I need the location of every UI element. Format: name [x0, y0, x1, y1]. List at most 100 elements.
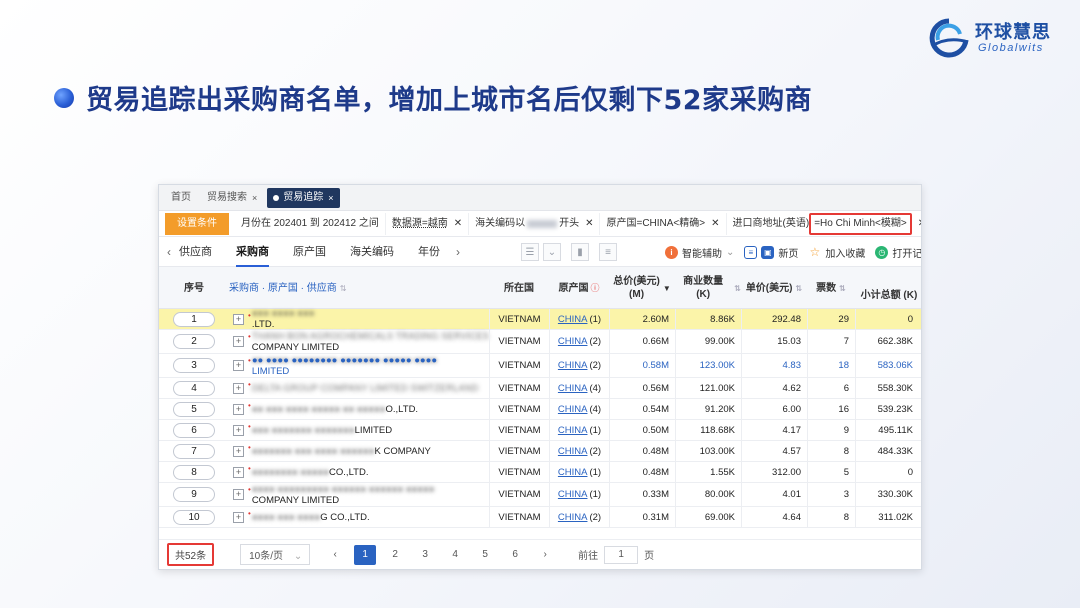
- filter-chip-source[interactable]: 数据源=越南 ✕: [386, 212, 470, 235]
- table-row[interactable]: 9 + • ●●●● ●●●●●●●●● ●●●●●● ●●●●●● ●●●●● COM…: [159, 483, 921, 507]
- buyer-name[interactable]: ●●●●●●● ●●● ●●●● ●●●●●●K COMPANY: [252, 446, 431, 457]
- subtab-buyers[interactable]: 采购商: [236, 237, 269, 267]
- buyer-name[interactable]: ●●●●●●●● ●●●●●CO.,LTD.: [252, 467, 369, 478]
- row-index-badge[interactable]: 9: [173, 487, 215, 502]
- origin-link[interactable]: CHINA: [558, 489, 588, 500]
- buyer-name[interactable]: ●●●● ●●● ●●●●G CO.,LTD.: [252, 512, 370, 523]
- filter-chip-month[interactable]: 月份在 202401 到 202412 之间: [235, 212, 386, 235]
- new-page-button[interactable]: ≡ ▣ 新页: [744, 245, 798, 260]
- open-records-button[interactable]: ◷打开记录: [875, 245, 921, 260]
- expand-icon[interactable]: +: [233, 466, 244, 478]
- origin-link[interactable]: CHINA: [558, 360, 588, 371]
- settings-icon[interactable]: ☰: [521, 243, 539, 261]
- close-icon[interactable]: ×: [328, 188, 333, 208]
- origin-link[interactable]: CHINA: [558, 314, 588, 325]
- filter-chip-hscode[interactable]: 海关编码以 开头 ✕: [469, 212, 601, 235]
- set-conditions-button[interactable]: 设置条件: [165, 212, 229, 235]
- buyer-name[interactable]: ●●●● ●●●●●●●●● ●●●●●● ●●●●●● ●●●●● COMPAN…: [252, 484, 435, 506]
- bar-chart-icon[interactable]: ▮: [571, 243, 589, 261]
- table-row[interactable]: 2 + • THANH BON AGROCHEMICALS TRADING SERVI…: [159, 330, 921, 354]
- smart-assist-button[interactable]: i 智能辅助 ⌄: [665, 245, 734, 260]
- table-row[interactable]: 3 + • ●● ●●●● ●●●●●●●● ●●●●●●● ●●●●● ●●●● LI…: [159, 354, 921, 378]
- buyer-name[interactable]: ●● ●●●● ●●●●●●●● ●●●●●●● ●●●●● ●●●● LIMIT…: [252, 355, 437, 377]
- buyer-name[interactable]: THANH BON AGROCHEMICALS TRADING SERVICES…: [252, 331, 489, 353]
- expand-icon[interactable]: +: [233, 511, 244, 523]
- table-row[interactable]: 5 + • ●● ●●● ●●●● ●●●●● ●● ●●●●●O.,LTD. VIET…: [159, 399, 921, 420]
- expand-icon[interactable]: +: [233, 424, 244, 436]
- page-size-select[interactable]: 10条/页 ⌄: [240, 544, 311, 565]
- filter-chip-origin[interactable]: 原产国=CHINA<精确> ✕: [600, 212, 727, 235]
- col-count[interactable]: 票数 ⇅: [807, 267, 855, 309]
- expand-icon[interactable]: +: [233, 489, 244, 500]
- table-row[interactable]: 6 + • ●●● ●●●●●●● ●●●●●●●LIMITED VIETNAM CHIN…: [159, 420, 921, 441]
- close-icon[interactable]: ✕: [711, 213, 719, 235]
- page-number-button[interactable]: 5: [474, 545, 496, 565]
- row-index-badge[interactable]: 5: [173, 401, 215, 417]
- sort-icon[interactable]: ⇅: [340, 282, 347, 295]
- row-index-badge[interactable]: 10: [173, 509, 215, 525]
- chevron-left-icon[interactable]: ‹: [167, 245, 171, 259]
- origin-link[interactable]: CHINA: [558, 467, 588, 478]
- tab-home[interactable]: 首页: [165, 188, 197, 208]
- expand-icon[interactable]: +: [233, 382, 244, 394]
- subtab-origin[interactable]: 原产国: [293, 237, 326, 267]
- origin-link[interactable]: CHINA: [558, 425, 588, 436]
- subtab-year[interactable]: 年份: [418, 237, 440, 267]
- origin-link[interactable]: CHINA: [558, 446, 588, 457]
- row-index-badge[interactable]: 3: [173, 358, 215, 373]
- favorite-button[interactable]: ☆ 加入收藏: [808, 245, 866, 260]
- row-index-badge[interactable]: 1: [173, 311, 215, 327]
- sort-icon[interactable]: ⇅: [839, 282, 846, 295]
- origin-link[interactable]: CHINA: [558, 404, 588, 415]
- goto-page-input[interactable]: 1: [604, 545, 639, 564]
- tab-trade-search[interactable]: 贸易搜索 ×: [201, 188, 263, 208]
- row-index-badge[interactable]: 7: [173, 443, 215, 459]
- buyer-name[interactable]: ●●● ●●●●●●● ●●●●●●●LIMITED: [252, 425, 392, 436]
- table-row[interactable]: 7 + • ●●●●●●● ●●● ●●●● ●●●●●●K COMPANY VIETN…: [159, 441, 921, 462]
- buyer-name[interactable]: ●● ●●● ●●●● ●●●●● ●● ●●●●●O.,LTD.: [252, 404, 418, 415]
- database-icon[interactable]: ≡: [599, 243, 617, 261]
- col-qty[interactable]: 商业数量 (K) ⇅: [675, 267, 741, 309]
- subtab-hscode[interactable]: 海关编码: [350, 237, 394, 267]
- next-page-button[interactable]: ›: [534, 545, 556, 565]
- info-icon[interactable]: ⓘ: [590, 282, 599, 295]
- page-number-button[interactable]: 4: [444, 545, 466, 565]
- col-name[interactable]: 采购商 · 原产国 · 供应商 ⇅: [229, 267, 489, 309]
- col-total-value[interactable]: 总价(美元) (M) ▼: [609, 267, 675, 309]
- buyer-name[interactable]: DELTA GROUP COMPANY LIMITED SWITZERLAND: [252, 383, 479, 394]
- col-unit-price[interactable]: 单价(美元) ⇅: [741, 267, 807, 309]
- page-number-button[interactable]: 1: [354, 544, 377, 565]
- row-index-badge[interactable]: 4: [173, 380, 215, 396]
- chevron-right-icon[interactable]: ›: [456, 245, 460, 259]
- close-icon[interactable]: ✕: [585, 213, 593, 235]
- page-number-button[interactable]: 3: [414, 545, 436, 565]
- origin-link[interactable]: CHINA: [558, 512, 588, 523]
- row-index-badge[interactable]: 2: [173, 334, 215, 349]
- tab-trade-tracking[interactable]: 贸易追踪 ×: [267, 187, 340, 208]
- close-icon[interactable]: ✕: [454, 213, 462, 235]
- expand-icon[interactable]: +: [233, 360, 244, 371]
- filter-chip-address[interactable]: 进口商地址(英语) =Ho Chi Minh<模糊> ✕: [727, 212, 921, 235]
- row-index-badge[interactable]: 8: [173, 464, 215, 480]
- page-number-button[interactable]: 6: [504, 545, 526, 565]
- buyer-name[interactable]: ●●● ●●●● ●●● .LTD.: [252, 308, 315, 330]
- sort-icon[interactable]: ⇅: [734, 282, 741, 295]
- close-icon[interactable]: ✕: [918, 213, 921, 235]
- close-icon[interactable]: ×: [252, 188, 257, 208]
- sort-icon[interactable]: ⇅: [795, 282, 802, 295]
- table-row[interactable]: 1 + • ●●● ●●●● ●●● .LTD. VIETNAM CHINA (1) 2.60M…: [159, 308, 921, 330]
- expand-icon[interactable]: +: [233, 336, 244, 347]
- origin-link[interactable]: CHINA: [558, 383, 588, 394]
- table-row[interactable]: 4 + • DELTA GROUP COMPANY LIMITED SWITZERLA…: [159, 378, 921, 399]
- chevron-down-icon[interactable]: ⌄: [543, 243, 561, 261]
- sort-desc-icon[interactable]: ▼: [663, 282, 671, 295]
- page-number-button[interactable]: 2: [384, 545, 406, 565]
- origin-link[interactable]: CHINA: [558, 336, 588, 347]
- prev-page-button[interactable]: ‹: [324, 545, 346, 565]
- filter-chip-city-highlight[interactable]: =Ho Chi Minh<模糊>: [809, 212, 912, 235]
- table-row[interactable]: 10 + • ●●●● ●●● ●●●●G CO.,LTD. VIETNAM CHINA(…: [159, 507, 921, 528]
- expand-icon[interactable]: +: [233, 313, 244, 325]
- row-index-badge[interactable]: 6: [173, 422, 215, 438]
- table-row[interactable]: 8 + • ●●●●●●●● ●●●●●CO.,LTD. VIETNAM CHINA (1)…: [159, 462, 921, 483]
- expand-icon[interactable]: +: [233, 403, 244, 415]
